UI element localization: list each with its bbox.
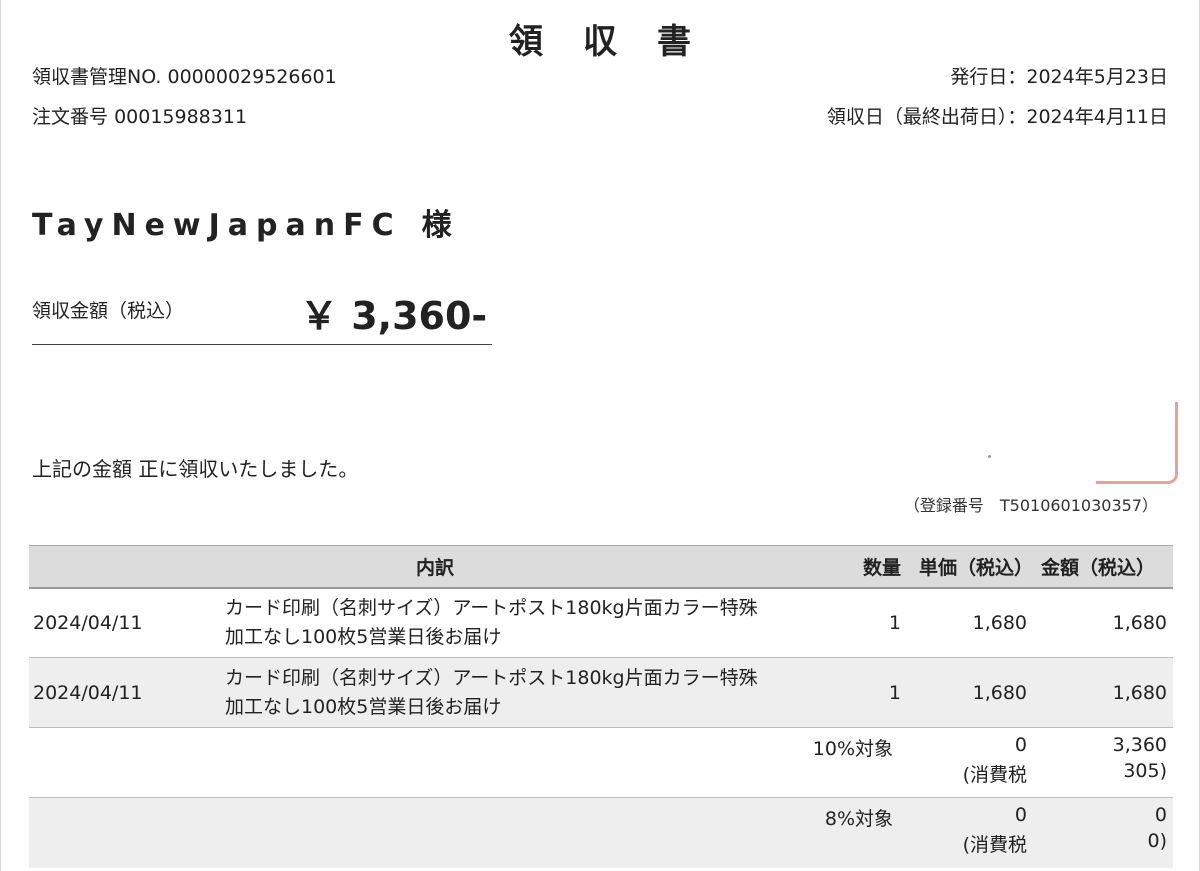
row-description-line2: 加工なし100枚5営業日後お届け	[225, 695, 502, 718]
received-statement: 上記の金額 正に領収いたしました。	[32, 457, 359, 481]
tax-label: 8%対象	[29, 797, 906, 868]
header-amount: 金額（税込）	[1039, 545, 1174, 589]
row-description-line1: カード印刷（名刺サイズ）アートポスト180kg片面カラー特殊	[225, 666, 758, 689]
receipt-page: 領収書 領収書管理NO. 00000029526601 注文番号 0001598…	[0, 0, 1200, 871]
issue-date-value: 2024年5月23日	[1026, 66, 1168, 88]
row-description-line2: 加工なし100枚5営業日後お届け	[225, 625, 502, 648]
header-quantity: 数量	[841, 545, 906, 589]
breakdown-table: 内訳 数量 単価（税込） 金額（税込） 2024/04/11 カード印刷（名刺サ…	[29, 545, 1174, 868]
tax-unit-cell: 0 (消費税	[905, 797, 1040, 868]
row-unit-price: 1,680	[905, 587, 1040, 658]
table-row: 2024/04/11 カード印刷（名刺サイズ）アートポスト180kg片面カラー特…	[29, 657, 1174, 728]
customer-name: TayNewJapanFC	[32, 208, 402, 243]
amount-label: 領収金額（税込）	[32, 300, 185, 322]
tax-amount-line2: 0)	[1147, 830, 1168, 852]
receipt-date: 領収日（最終出荷日）：2024年4月11日	[827, 102, 1168, 129]
tax-amount-line1: 3,360	[1112, 734, 1168, 756]
tax-amount-cell: 0 0)	[1039, 797, 1174, 868]
document-title: 領収書	[509, 22, 731, 62]
customer-name-block: TayNewJapanFC 様	[32, 200, 452, 244]
registration-number: （登録番号 T5010601030357）	[903, 496, 1158, 515]
order-number-label: 注文番号	[32, 106, 109, 128]
amount-value: ￥ 3,360-	[300, 294, 488, 338]
management-number-value: 00000029526601	[167, 66, 337, 88]
tax-unit-cell: 0 (消費税	[905, 727, 1040, 798]
order-number: 注文番号 00015988311	[32, 102, 247, 129]
row-description: カード印刷（名刺サイズ）アートポスト180kg片面カラー特殊 加工なし100枚5…	[225, 587, 842, 658]
row-quantity: 1	[841, 587, 906, 658]
tax-amount-cell: 3,360 305)	[1039, 727, 1174, 798]
row-quantity: 1	[841, 657, 906, 728]
header-unit-price: 単価（税込）	[905, 545, 1040, 589]
management-number: 領収書管理NO. 00000029526601	[32, 62, 337, 89]
row-unit-price: 1,680	[905, 657, 1040, 728]
row-description: カード印刷（名刺サイズ）アートポスト180kg片面カラー特殊 加工なし100枚5…	[225, 657, 842, 728]
issue-date: 発行日：2024年5月23日	[950, 62, 1168, 89]
row-amount: 1,680	[1039, 587, 1174, 658]
customer-honorific: 様	[421, 208, 452, 243]
table-header-row: 内訳 数量 単価（税込） 金額（税込）	[29, 545, 1174, 589]
tax-unit-line2: (消費税	[962, 834, 1028, 856]
tax-row-10-percent: 10%対象 0 (消費税 3,360 305)	[29, 727, 1174, 798]
order-number-value: 00015988311	[114, 106, 248, 128]
row-date: 2024/04/11	[29, 587, 225, 658]
row-date: 2024/04/11	[29, 657, 225, 728]
tax-amount-line1: 0	[1154, 804, 1168, 826]
tax-unit-line1: 0	[1014, 734, 1028, 756]
tax-unit-line1: 0	[1014, 804, 1028, 826]
row-description-line1: カード印刷（名刺サイズ）アートポスト180kg片面カラー特殊	[225, 596, 758, 619]
tax-label: 10%対象	[29, 727, 906, 798]
stamp-mark-dot	[988, 455, 991, 458]
management-number-label: 領収書管理NO.	[32, 66, 162, 88]
table-row: 2024/04/11 カード印刷（名刺サイズ）アートポスト180kg片面カラー特…	[29, 587, 1174, 658]
amount-underline	[32, 344, 492, 345]
issue-date-label: 発行日：	[950, 66, 1027, 88]
tax-row-8-percent: 8%対象 0 (消費税 0 0)	[29, 797, 1174, 868]
company-seal-stamp	[1096, 402, 1178, 484]
row-amount: 1,680	[1039, 657, 1174, 728]
receipt-date-value: 2024年4月11日	[1026, 106, 1168, 128]
receipt-date-label: 領収日（最終出荷日）：	[826, 106, 1027, 128]
header-breakdown: 内訳	[29, 545, 842, 589]
tax-unit-line2: (消費税	[962, 764, 1028, 786]
tax-amount-line2: 305)	[1123, 760, 1168, 782]
